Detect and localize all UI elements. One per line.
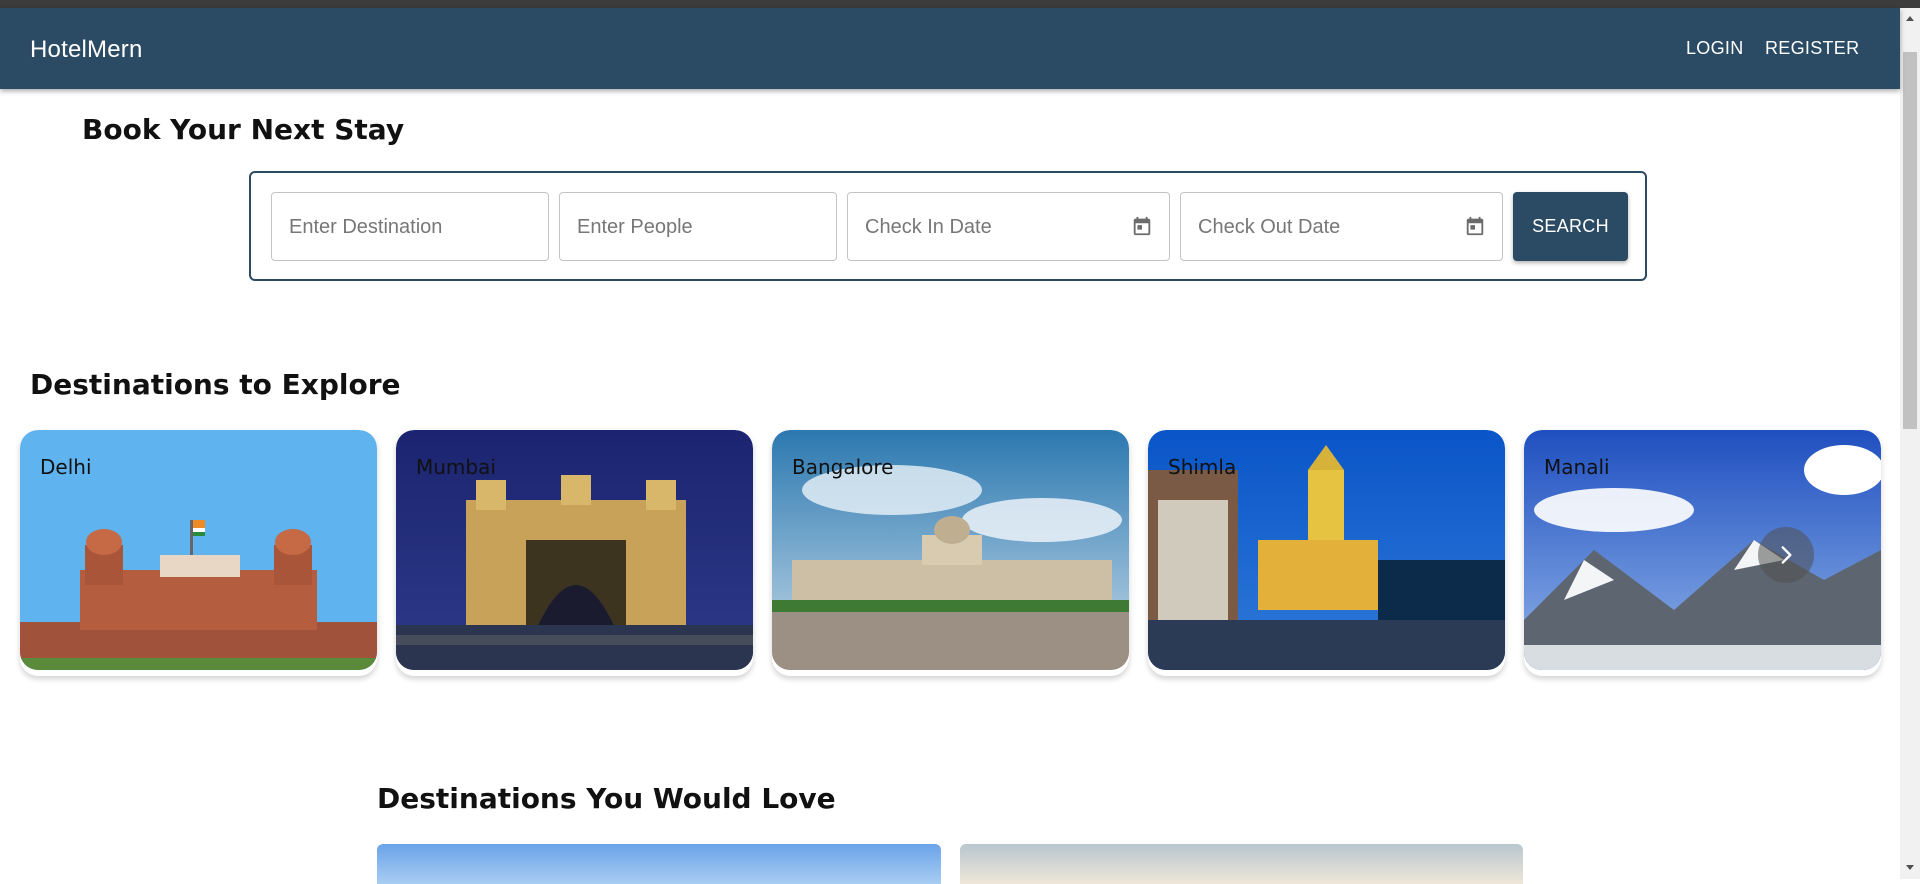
love-card[interactable] [377, 844, 941, 884]
card-label: Shimla [1168, 455, 1237, 479]
check-out-placeholder: Check Out Date [1198, 216, 1341, 238]
love-heading: Destinations You Would Love [377, 782, 836, 815]
card-label: Delhi [40, 455, 92, 479]
destination-card-mumbai[interactable]: Mumbai [396, 430, 753, 676]
page-scrollbar[interactable] [1900, 8, 1920, 879]
people-placeholder: Enter People [577, 216, 693, 238]
book-stay-heading: Book Your Next Stay [82, 113, 405, 146]
scroll-down-arrow-icon[interactable] [1906, 865, 1914, 870]
card-label: Manali [1544, 455, 1610, 479]
destination-input[interactable]: Enter Destination [271, 192, 549, 261]
card-label: Bangalore [792, 455, 894, 479]
calendar-icon[interactable] [1464, 215, 1486, 237]
login-button[interactable]: LOGIN [1686, 38, 1744, 59]
destination-card-manali[interactable]: Manali [1524, 430, 1881, 676]
app-bar: HotelMern LOGIN REGISTER [0, 8, 1900, 89]
check-in-placeholder: Check In Date [865, 216, 992, 238]
carousel-next-button[interactable] [1758, 527, 1814, 583]
destination-card-bangalore[interactable]: Bangalore [772, 430, 1129, 676]
destination-card-delhi[interactable]: Delhi [20, 430, 377, 676]
destination-card-shimla[interactable]: Shimla [1148, 430, 1505, 676]
scroll-up-arrow-icon[interactable] [1906, 16, 1914, 21]
card-label: Mumbai [416, 455, 496, 479]
browser-top-strip [0, 0, 1920, 8]
calendar-icon[interactable] [1131, 215, 1153, 237]
chevron-right-icon [1781, 546, 1792, 564]
search-form: Enter Destination Enter People Check In … [249, 171, 1647, 281]
search-button[interactable]: SEARCH [1513, 192, 1628, 261]
love-card[interactable] [960, 844, 1523, 884]
people-input[interactable]: Enter People [559, 192, 837, 261]
register-button[interactable]: REGISTER [1765, 38, 1859, 59]
scroll-thumb[interactable] [1903, 52, 1917, 429]
explore-heading: Destinations to Explore [30, 368, 401, 401]
brand-logo[interactable]: HotelMern [30, 36, 143, 64]
check-in-date-input[interactable]: Check In Date [847, 192, 1170, 261]
check-out-date-input[interactable]: Check Out Date [1180, 192, 1503, 261]
destination-placeholder: Enter Destination [289, 216, 443, 238]
